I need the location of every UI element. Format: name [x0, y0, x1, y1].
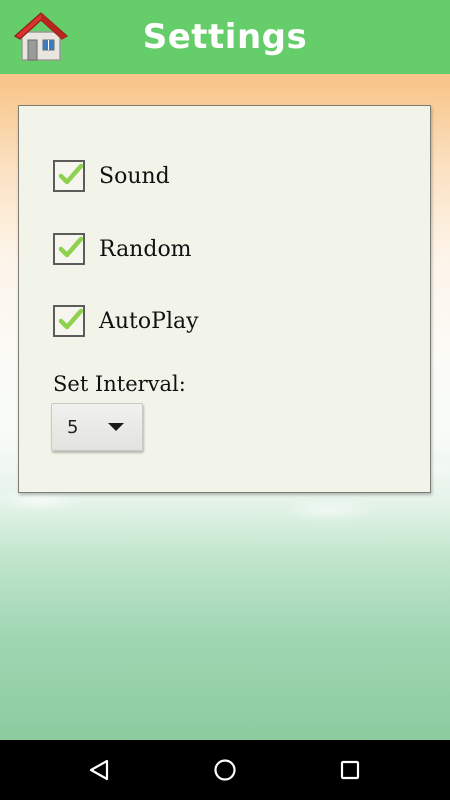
sound-checkbox[interactable]	[53, 160, 85, 192]
system-navigation-bar	[0, 740, 450, 800]
recents-square-icon	[340, 760, 360, 780]
check-icon	[58, 163, 84, 185]
autoplay-option[interactable]: AutoPlay	[53, 305, 199, 337]
random-option[interactable]: Random	[53, 233, 192, 265]
interval-label: Set Interval:	[53, 372, 186, 396]
nav-home-button[interactable]	[210, 755, 240, 785]
check-icon	[58, 236, 84, 258]
check-icon	[58, 308, 84, 330]
home-circle-icon	[214, 759, 236, 781]
autoplay-label: AutoPlay	[99, 308, 199, 334]
app-bar: Settings	[0, 0, 450, 74]
home-icon	[13, 12, 69, 61]
page-title: Settings	[142, 17, 308, 57]
interval-dropdown[interactable]: 5	[51, 403, 143, 451]
dropdown-arrow-icon	[108, 423, 124, 431]
back-triangle-icon	[89, 759, 109, 781]
random-label: Random	[99, 236, 192, 262]
interval-value: 5	[67, 416, 79, 438]
sound-option[interactable]: Sound	[53, 160, 170, 192]
settings-panel: Sound Random AutoPlay Set Interval: 5	[18, 105, 431, 493]
nav-recents-button[interactable]	[335, 755, 365, 785]
sound-label: Sound	[99, 163, 170, 189]
nav-back-button[interactable]	[85, 755, 115, 785]
random-checkbox[interactable]	[53, 233, 85, 265]
autoplay-checkbox[interactable]	[53, 305, 85, 337]
home-button[interactable]	[12, 8, 70, 66]
